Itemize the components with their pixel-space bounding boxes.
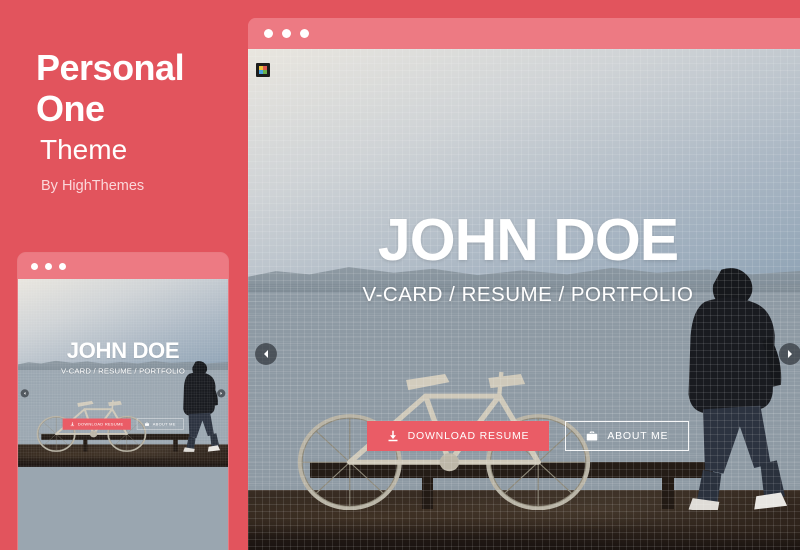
theme-subtitle: Theme [40, 134, 128, 165]
theme-title: Personal One [36, 47, 185, 129]
chevron-left-icon [264, 350, 268, 358]
about-me-label: ABOUT ME [607, 430, 669, 442]
carousel-prev-button[interactable] [255, 343, 277, 365]
window-dot-maximize[interactable] [300, 29, 309, 38]
window-dot-close[interactable] [264, 29, 273, 38]
carousel-next-button[interactable] [779, 343, 800, 365]
hero-subtitle: V-CARD / RESUME / PORTFOLIO [362, 283, 694, 306]
about-me-button[interactable]: ABOUT ME [565, 421, 690, 451]
hero-scene: JOHN DOE V-CARD / RESUME / PORTFOLIO DOW… [248, 49, 800, 550]
briefcase-icon [586, 430, 598, 442]
browser-chrome [248, 18, 800, 49]
download-icon [387, 430, 399, 442]
browser-preview-stage: JOHN DOE V-CARD / RESUME / PORTFOLIO DOW… [248, 49, 800, 550]
left-info-panel: Personal One Theme By HighThemes [0, 0, 245, 550]
main-browser-preview[interactable]: JOHN DOE V-CARD / RESUME / PORTFOLIO DOW… [248, 18, 800, 550]
theme-author: By HighThemes [41, 178, 145, 194]
site-logo-icon[interactable] [256, 63, 270, 77]
window-dot-minimize[interactable] [282, 29, 291, 38]
download-resume-label: DOWNLOAD RESUME [407, 430, 530, 442]
download-resume-button[interactable]: DOWNLOAD RESUME [366, 421, 550, 451]
hero-button-group: DOWNLOAD RESUME ABOUT ME [248, 421, 800, 451]
hero-title: JOHN DOE [377, 207, 679, 273]
chevron-right-icon [788, 350, 792, 358]
